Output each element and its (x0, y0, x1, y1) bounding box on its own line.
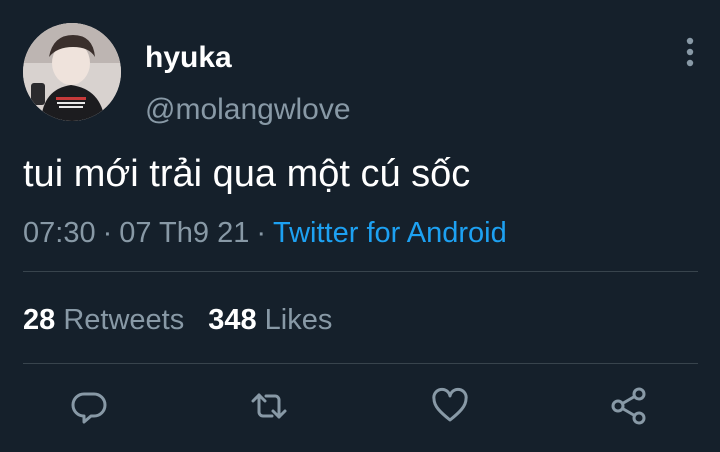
tweet-meta: 07:30 · 07 Th9 21 · Twitter for Android (23, 213, 507, 253)
divider (23, 363, 698, 364)
retweet-icon[interactable] (249, 386, 289, 426)
retweets-label: Retweets (63, 304, 185, 336)
retweets-count: 28 (23, 304, 56, 336)
tweet-stats: 28 Retweets 348 Likes (23, 300, 332, 340)
likes-count: 348 (208, 304, 257, 336)
avatar-photo (23, 23, 121, 121)
tweet-text: tui mới trải qua một cú sốc (23, 153, 471, 195)
divider (23, 271, 698, 272)
tweet-date: 07 Th9 21 (119, 217, 250, 249)
author-name[interactable]: hyuka (145, 38, 232, 78)
author-handle[interactable]: @molangwlove (145, 90, 351, 130)
tweet-source-link[interactable]: Twitter for Android (273, 217, 507, 249)
more-options-icon[interactable] (678, 36, 702, 68)
likes-label: Likes (264, 304, 333, 336)
like-icon[interactable] (430, 386, 470, 426)
tweet-detail: hyuka @molangwlove tui mới trải qua một … (0, 0, 720, 452)
meta-separator: · (102, 217, 113, 249)
tweet-time: 07:30 (23, 217, 96, 249)
avatar[interactable] (23, 23, 121, 121)
retweets-stat[interactable]: 28 Retweets (23, 304, 184, 336)
share-icon[interactable] (609, 386, 649, 426)
meta-separator: · (256, 217, 266, 249)
reply-icon[interactable] (70, 386, 110, 426)
likes-stat[interactable]: 348 Likes (208, 304, 332, 336)
